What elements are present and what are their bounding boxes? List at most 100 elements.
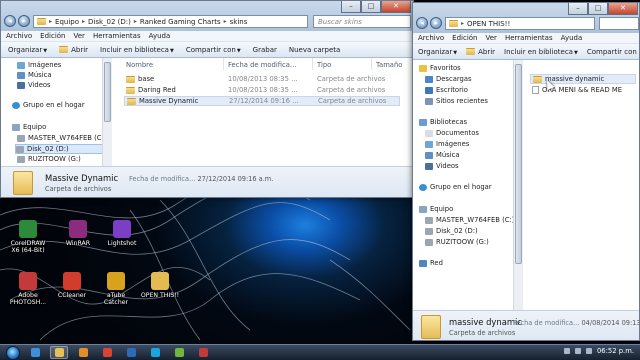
app-icon bbox=[107, 272, 125, 290]
nav-item-imagenes[interactable]: Imágenes bbox=[425, 140, 469, 148]
desktop-icon-item[interactable]: CCleaner bbox=[50, 272, 94, 299]
taskbar-button[interactable] bbox=[98, 346, 116, 359]
menu-archivo[interactable]: Archivo bbox=[6, 31, 32, 41]
nav-item-equipo[interactable]: Equipo bbox=[12, 123, 46, 131]
nav-item-drive-c[interactable]: MASTER_W764FEB (C:) bbox=[425, 216, 514, 224]
file-row[interactable]: base 10/08/2013 08:35 ... Carpeta de arc… bbox=[124, 74, 400, 84]
volume-icon[interactable] bbox=[585, 348, 592, 354]
breadcrumb-disk[interactable]: Disk_02 (D:) bbox=[85, 18, 134, 26]
menu-ayuda[interactable]: Ayuda bbox=[561, 33, 583, 43]
nav-item-red[interactable]: Red bbox=[419, 259, 443, 267]
open-button[interactable]: Abrir bbox=[466, 48, 495, 56]
network-icon[interactable] bbox=[574, 348, 581, 354]
nav-item-sitios[interactable]: Sitios recientes bbox=[425, 97, 488, 105]
scrollbar-thumb[interactable] bbox=[515, 64, 522, 264]
desktop-icon-item[interactable]: aTube Catcher bbox=[94, 272, 138, 306]
nav-item-bibliotecas[interactable]: Bibliotecas bbox=[419, 118, 467, 126]
file-row-selected[interactable]: Massive Dynamic 27/12/2014 09:16 ... Car… bbox=[124, 96, 400, 106]
nav-item-musica[interactable]: Música bbox=[425, 151, 460, 159]
menu-herramientas[interactable]: Herramientas bbox=[93, 31, 141, 41]
nav-item-videos[interactable]: Videos bbox=[17, 81, 51, 89]
explorer-window-open-this[interactable]: – □ ✕ ◂ ▸ ▸ OPEN THIS!! Archivo Edición … bbox=[412, 2, 640, 341]
menu-ayuda[interactable]: Ayuda bbox=[149, 31, 171, 41]
nav-item-drive-d[interactable]: Disk_02 (D:) bbox=[425, 227, 478, 235]
menu-archivo[interactable]: Archivo bbox=[418, 33, 444, 43]
taskbar-button[interactable] bbox=[194, 346, 212, 359]
taskbar-button[interactable] bbox=[122, 346, 140, 359]
taskbar-button[interactable] bbox=[74, 346, 92, 359]
nav-item-musica[interactable]: Música bbox=[17, 71, 52, 79]
flag-icon[interactable] bbox=[563, 348, 570, 354]
nav-item-imagenes[interactable]: Imágenes bbox=[17, 61, 61, 69]
explorer-window-skins[interactable]: – □ ✕ ◂ ▸ ▸ Equipo ▸ Disk_02 (D:) ▸ Rank… bbox=[0, 0, 414, 198]
column-header-date[interactable]: Fecha de modifica... bbox=[228, 61, 296, 69]
include-library-button[interactable]: Incluir en biblioteca▼ bbox=[100, 46, 174, 54]
desktop-icon-item[interactable]: WinRAR bbox=[56, 220, 100, 247]
nav-item-homegroup[interactable]: Grupo en el hogar bbox=[419, 183, 492, 191]
nav-item-favoritos[interactable]: Favoritos bbox=[419, 64, 461, 72]
maximize-button[interactable]: □ bbox=[588, 3, 608, 15]
minimize-button[interactable]: – bbox=[341, 1, 361, 13]
column-divider[interactable] bbox=[371, 58, 372, 70]
burn-button[interactable]: Grabar bbox=[253, 46, 277, 54]
vertical-scrollbar[interactable] bbox=[102, 58, 112, 166]
nav-item-documentos[interactable]: Documentos bbox=[425, 129, 479, 137]
forward-button[interactable]: ▸ bbox=[18, 15, 30, 27]
nav-item-drive-c[interactable]: MASTER_W764FEB (C:) bbox=[17, 134, 106, 142]
column-divider[interactable] bbox=[223, 58, 224, 70]
taskbar-button[interactable] bbox=[26, 346, 44, 359]
menu-ver[interactable]: Ver bbox=[74, 31, 85, 41]
search-input[interactable]: Buscar skins bbox=[313, 15, 411, 28]
nav-item-videos[interactable]: Videos bbox=[425, 162, 459, 170]
nav-item-drive-d[interactable]: Disk_02 (D:) bbox=[15, 144, 109, 154]
new-folder-button[interactable]: Nueva carpeta bbox=[289, 46, 340, 54]
file-row[interactable]: Daring Red 10/08/2013 08:35 ... Carpeta … bbox=[124, 85, 400, 95]
desktop-icon-item[interactable]: CorelDRAW X6 (64-Bit) bbox=[6, 220, 50, 254]
close-button[interactable]: ✕ bbox=[608, 3, 638, 15]
open-button[interactable]: Abrir bbox=[59, 46, 88, 54]
desktop-icon-item[interactable]: OPEN THIS!! bbox=[138, 272, 182, 299]
column-divider[interactable] bbox=[312, 58, 313, 70]
desktop-icon-item[interactable]: Lightshot bbox=[100, 220, 144, 247]
taskbar-button[interactable] bbox=[170, 346, 188, 359]
forward-button[interactable]: ▸ bbox=[430, 17, 442, 29]
breadcrumb-ranked[interactable]: Ranked Gaming Charts bbox=[137, 18, 224, 26]
menu-edicion[interactable]: Edición bbox=[40, 31, 65, 41]
start-button[interactable] bbox=[6, 345, 20, 360]
search-input[interactable] bbox=[599, 17, 639, 30]
column-header-size[interactable]: Tamaño bbox=[376, 61, 402, 69]
menu-ver[interactable]: Ver bbox=[486, 33, 497, 43]
column-header-type[interactable]: Tipo bbox=[317, 61, 331, 69]
nav-item-homegroup[interactable]: Grupo en el hogar bbox=[12, 101, 85, 109]
menu-herramientas[interactable]: Herramientas bbox=[505, 33, 553, 43]
share-button[interactable]: Compartir con▼ bbox=[186, 46, 241, 54]
address-bar[interactable]: ▸ Equipo ▸ Disk_02 (D:) ▸ Ranked Gaming … bbox=[33, 15, 308, 28]
nav-item-equipo[interactable]: Equipo bbox=[419, 205, 453, 213]
taskbar-button[interactable] bbox=[50, 346, 68, 359]
organize-button[interactable]: Organizar▼ bbox=[8, 46, 47, 54]
nav-item-drive-g[interactable]: RUZITOOW (G:) bbox=[425, 238, 489, 246]
close-button[interactable]: ✕ bbox=[381, 1, 411, 13]
clock[interactable]: 06:52 p.m. bbox=[597, 347, 634, 355]
nav-item-descargas[interactable]: Descargas bbox=[425, 75, 472, 83]
column-header-name[interactable]: Nombre bbox=[126, 61, 153, 69]
taskbar-button[interactable] bbox=[146, 346, 164, 359]
menu-edicion[interactable]: Edición bbox=[452, 33, 477, 43]
back-button[interactable]: ◂ bbox=[4, 15, 16, 27]
back-button[interactable]: ◂ bbox=[416, 17, 428, 29]
maximize-button[interactable]: □ bbox=[361, 1, 381, 13]
organize-button[interactable]: Organizar▼ bbox=[418, 48, 457, 56]
scrollbar-thumb[interactable] bbox=[104, 62, 111, 122]
minimize-button[interactable]: – bbox=[568, 3, 588, 15]
photoshop-icon bbox=[126, 348, 136, 357]
include-library-button[interactable]: Incluir en biblioteca▼ bbox=[504, 48, 578, 56]
desktop-icon-item[interactable]: Adobe PHOTOSH... bbox=[6, 272, 50, 306]
address-bar[interactable]: ▸ OPEN THIS!! bbox=[445, 17, 595, 30]
nav-item-escritorio[interactable]: Escritorio bbox=[425, 86, 468, 94]
breadcrumb-open-this[interactable]: OPEN THIS!! bbox=[464, 20, 513, 28]
share-button[interactable]: Compartir con bbox=[587, 48, 637, 56]
vertical-scrollbar[interactable] bbox=[513, 60, 523, 310]
breadcrumb-equipo[interactable]: Equipo bbox=[52, 18, 82, 26]
nav-item-drive-g[interactable]: RUZITOOW (G:) bbox=[17, 155, 81, 163]
breadcrumb-skins[interactable]: skins bbox=[227, 18, 251, 26]
